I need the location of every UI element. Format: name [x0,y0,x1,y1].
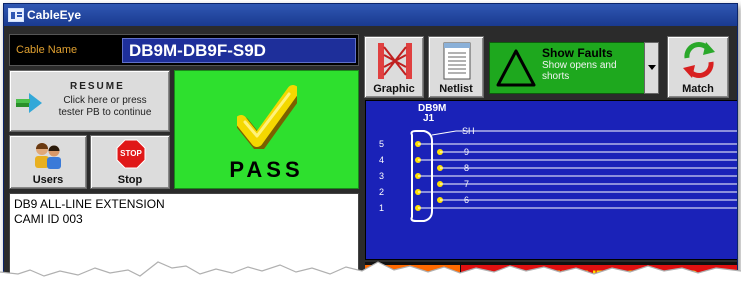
users-button[interactable]: Users [9,135,87,189]
resume-subtitle-line1: Click here or press [63,95,147,106]
window-title: CableEye [27,8,82,22]
pin-number: 2 [379,187,384,197]
description-line2: CAMI ID 003 [14,212,83,226]
pass-result-panel: PASS [174,70,359,189]
show-faults-sub-line1: Show opens and [542,60,617,71]
cable-name-row: Cable Name DB9M-DB9F-S9D [9,34,359,66]
right-pin-label: 6 [464,195,469,205]
netlist-label: Netlist [439,83,473,95]
right-toolbar: Graphic Netlist Show Faults Show opens a… [364,34,737,98]
warning-triangle-icon [496,49,536,87]
shield-wire [431,130,737,136]
stop-label: Stop [117,174,143,186]
pin-number: 4 [379,155,384,165]
netlist-icon [443,42,471,80]
resume-button[interactable]: RESUME Click here or press tester PB to … [9,70,170,132]
show-faults-button[interactable]: Show Faults Show opens and shorts [489,42,659,94]
app-window: CableEye Cable Name DB9M-DB9F-S9D RESUME… [3,3,738,286]
match-arrows-icon [683,42,715,78]
resume-title: RESUME [70,81,125,92]
show-faults-subtitle: Show opens and shorts [542,60,617,82]
stop-icon-text: STOP [120,149,142,158]
app-icon [8,8,24,22]
pause-status[interactable]: Pause [365,265,460,285]
connector-diagram-graphic: DB9M J1 5 4 3 2 1 SH 9 8 7 6 [379,103,737,222]
netlist-button[interactable]: Netlist [428,36,484,98]
status-bar: Pause MACRO EXECUTING: Test Op [365,262,737,285]
stop-button[interactable]: STOP Stop [90,135,170,189]
macro-status: MACRO EXECUTING: Test Op [461,265,737,285]
right-pin-label: 9 [464,147,469,157]
pin-number: 5 [379,139,384,149]
right-pin-label: 8 [464,163,469,173]
checkmark-icon [237,85,297,149]
pass-text: PASS [229,157,304,182]
cable-description-box[interactable]: DB9 ALL-LINE EXTENSION CAMI ID 003 [9,193,359,285]
resume-subtitle-line2: tester PB to continue [58,107,152,118]
pin-number: 3 [379,171,384,181]
graphic-label: Graphic [373,83,415,95]
users-icon [35,143,61,169]
show-faults-sub-line2: shorts [542,71,570,82]
show-faults-dropdown[interactable] [644,42,659,94]
shield-label: SH [462,126,475,136]
resume-arrow-icon [16,93,42,113]
graphic-button[interactable]: Graphic [364,36,424,98]
connector-diagram: DB9M J1 5 4 3 2 1 SH 9 8 7 6 [365,100,737,260]
description-line1: DB9 ALL-LINE EXTENSION [14,197,165,211]
connector-id: J1 [423,113,435,124]
show-faults-title: Show Faults [542,46,613,60]
users-label: Users [32,174,64,186]
title-bar: CableEye [4,4,737,26]
cable-name-field[interactable]: DB9M-DB9F-S9D [122,38,356,63]
match-label: Match [682,83,714,95]
resume-subtitle: Click here or press tester PB to continu… [40,95,170,119]
right-pin-label: 7 [464,179,469,189]
cable-name-label: Cable Name [16,44,78,56]
match-button[interactable]: Match [667,36,729,98]
pin-number: 1 [379,203,384,213]
graphic-icon [378,43,412,79]
